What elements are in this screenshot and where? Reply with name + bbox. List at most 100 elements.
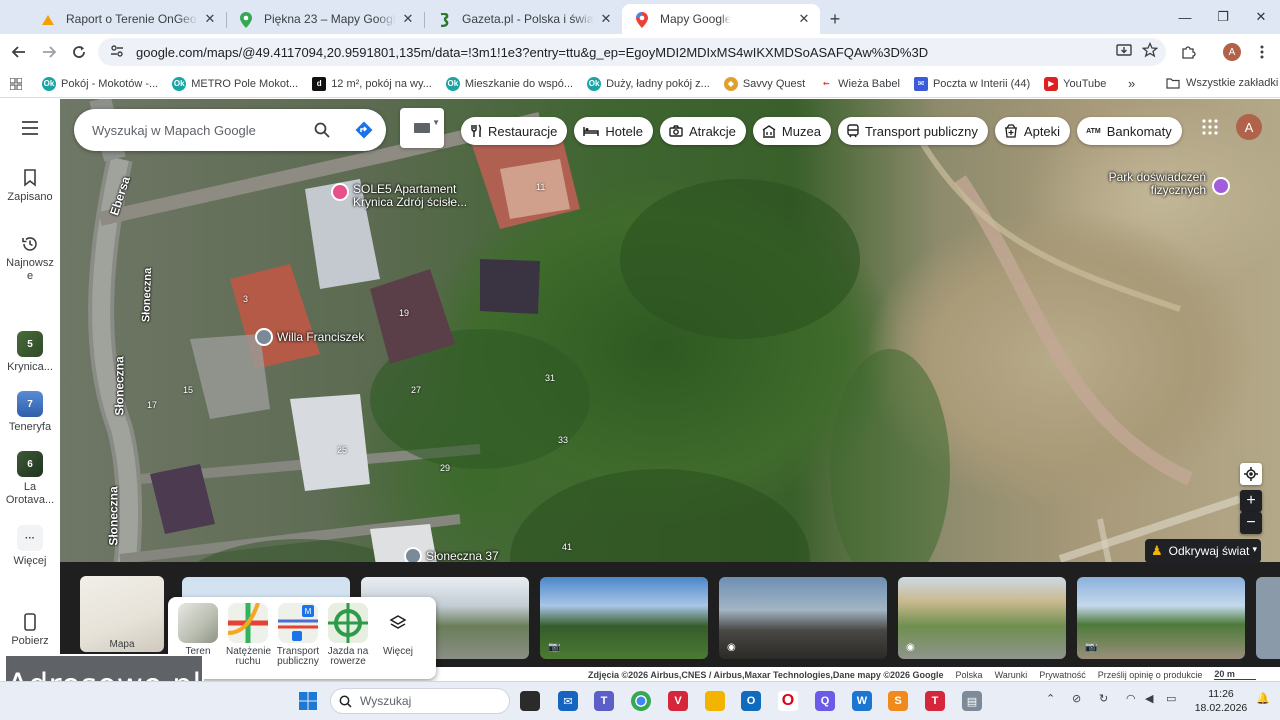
minimize-icon[interactable]: —	[1166, 0, 1204, 34]
my-location-icon[interactable]	[1240, 463, 1262, 485]
tab-gazeta[interactable]: Gazeta.pl - Polska i świat - wiad ✕	[424, 4, 622, 34]
network-off-icon[interactable]: ⊘	[1072, 692, 1081, 705]
file-explorer-icon[interactable]	[705, 691, 725, 711]
wifi-icon[interactable]: ◠	[1126, 692, 1136, 705]
back-icon[interactable]	[4, 37, 34, 67]
volume-icon[interactable]: ◀	[1145, 692, 1153, 705]
more-button[interactable]: ··· Więcej	[0, 525, 60, 567]
chip-transport-publiczny[interactable]: Transport publiczny	[837, 117, 988, 145]
more-bookmarks-icon[interactable]: »	[1128, 76, 1135, 91]
bookmark-item[interactable]: d 12 m², pokój na wy...	[312, 76, 432, 91]
layer-natezenie-ruchu[interactable]: Natężenie ruchu	[226, 602, 271, 673]
poi-park-doswiadczen[interactable]: Park doświadczeń fizycznych	[1100, 171, 1230, 197]
poi-sole5-apartament[interactable]: SOLE5 Apartament Krynica Zdrój ścisłe...	[331, 183, 481, 209]
bookmark-item[interactable]: Ok Pokój - Mokotów -...	[42, 76, 158, 91]
menu-kebab-icon[interactable]	[1248, 38, 1276, 66]
site-info-icon[interactable]	[110, 44, 124, 61]
zoom-in-button[interactable]: +	[1240, 490, 1262, 512]
zoom-out-button[interactable]: −	[1240, 512, 1262, 534]
chip-muzea[interactable]: Muzea	[752, 117, 831, 145]
address-bar[interactable]: google.com/maps/@49.4117094,20.9591801,1…	[98, 38, 1166, 66]
app-office-icon[interactable]: T	[925, 691, 945, 711]
user-avatar[interactable]: A	[1236, 114, 1262, 140]
photo-card[interactable]: 📷	[1077, 577, 1245, 659]
close-icon[interactable]: ✕	[598, 11, 614, 27]
teams-icon[interactable]: T	[594, 691, 614, 711]
install-app-icon[interactable]	[1116, 42, 1132, 61]
close-icon[interactable]: ✕	[796, 11, 812, 27]
profile-avatar[interactable]: A	[1218, 38, 1246, 66]
country-link[interactable]: Polska	[956, 670, 983, 680]
close-icon[interactable]: ✕	[202, 11, 218, 27]
close-icon[interactable]: ✕	[400, 11, 416, 27]
photo-card[interactable]: ◉	[898, 577, 1066, 659]
recent-place-la-orotava[interactable]: 6 La Orotava...	[0, 451, 60, 507]
vivaldi-icon[interactable]: V	[668, 691, 688, 711]
bookmark-item[interactable]: ▶ YouTube	[1044, 76, 1106, 91]
sync-icon[interactable]: ↻	[1099, 692, 1108, 705]
bookmark-item[interactable]: Ok Mieszkanie do wspó...	[445, 76, 573, 91]
layer-wiecej[interactable]: Więcej	[376, 603, 420, 673]
restore-icon[interactable]: ❐	[1204, 0, 1242, 34]
poi-willa-franciszek[interactable]: Willa Franciszek	[255, 328, 364, 346]
taskbar-search[interactable]: Wyszukaj	[330, 688, 510, 714]
download-app-button[interactable]: Pobierz	[0, 613, 60, 647]
bookmark-star-icon[interactable]	[1141, 41, 1159, 61]
scale-bar[interactable]: 20 m	[1214, 669, 1257, 680]
extensions-icon[interactable]	[1174, 38, 1202, 66]
new-tab-button[interactable]: +	[820, 4, 850, 34]
notification-bell-icon[interactable]: 🔔	[1256, 692, 1270, 705]
app-printer-icon[interactable]: ▤	[962, 691, 982, 711]
apps-grid-icon[interactable]	[10, 77, 22, 90]
chip-bankomaty[interactable]: ATM Bankomaty	[1077, 117, 1182, 145]
photo-card[interactable]: ◉	[719, 577, 887, 659]
tab-mapy-google[interactable]: Mapy Google ✕	[622, 4, 820, 34]
system-clock[interactable]: 11:26 18.02.2026	[1194, 687, 1248, 715]
recent-place-krynica[interactable]: 5 Krynica...	[0, 331, 60, 373]
opera-icon[interactable]: O	[778, 691, 798, 711]
app-q-icon[interactable]: Q	[815, 691, 835, 711]
reload-icon[interactable]	[64, 37, 94, 67]
menu-button[interactable]	[0, 121, 60, 139]
bookmark-item[interactable]: ✉ Poczta w Interii (44)	[913, 76, 1030, 91]
chip-apteki[interactable]: Apteki	[994, 117, 1071, 145]
layer-jazda-na-rowerze[interactable]: Jazda na rowerze	[326, 603, 370, 673]
bookmark-item[interactable]: Ok METRO Pole Mokot...	[172, 76, 298, 91]
saved-button[interactable]: Zapisano	[0, 169, 60, 203]
recent-place-teneryfa[interactable]: 7 Teneryfa	[0, 391, 60, 433]
forward-icon[interactable]	[34, 37, 64, 67]
task-view-icon[interactable]	[520, 691, 540, 711]
terms-link[interactable]: Warunki	[995, 670, 1028, 680]
chip-restauracje[interactable]: Restauracje	[461, 117, 568, 145]
photo-card[interactable]	[1256, 577, 1280, 659]
feedback-link[interactable]: Prześlij opinię o produkcie	[1098, 670, 1203, 680]
all-bookmarks-folder[interactable]: Wszystkie zakładki	[1166, 77, 1278, 89]
chevron-up-icon[interactable]: ⌃	[1046, 692, 1055, 705]
bookmark-item[interactable]: ◆ Savvy Quest	[723, 76, 805, 91]
app-s-icon[interactable]: S	[888, 691, 908, 711]
chip-hotele[interactable]: Hotele	[574, 117, 653, 145]
battery-icon[interactable]: ▭	[1166, 692, 1176, 705]
word-icon[interactable]: W	[852, 691, 872, 711]
search-icon[interactable]	[314, 122, 330, 141]
bookmark-item[interactable]: Ok Duży, ładny pokój z...	[587, 76, 710, 91]
map-type-toggle[interactable]: ▼	[400, 108, 444, 148]
photo-card[interactable]: 📷	[540, 577, 708, 659]
windows-start-icon[interactable]	[298, 691, 318, 711]
mail-icon[interactable]: ✉	[558, 691, 578, 711]
search-input[interactable]	[92, 122, 302, 138]
layer-transport-publiczny[interactable]: M Transport publiczny	[276, 603, 320, 673]
window-close-icon[interactable]: ✕	[1242, 0, 1280, 34]
bookmark-item[interactable]: ⇜ Wieża Babel	[819, 76, 900, 91]
chip-atrakcje[interactable]: Atrakcje	[659, 117, 746, 145]
directions-icon[interactable]	[355, 121, 373, 142]
chrome-icon[interactable]	[631, 691, 651, 711]
privacy-link[interactable]: Prywatność	[1039, 670, 1086, 680]
tab-piekna-23[interactable]: Piękna 23 – Mapy Google ✕	[226, 4, 424, 34]
map-type-thumbnail[interactable]: Mapa	[80, 576, 164, 652]
outlook-icon[interactable]: O	[741, 691, 761, 711]
recent-button[interactable]: Najnowsze	[0, 235, 60, 283]
tab-ongeo[interactable]: Raport o Terenie OnGeo.pl – An ✕	[28, 4, 226, 34]
explore-world-button[interactable]: ♟ Odkrywaj świat ▾	[1145, 539, 1261, 563]
google-apps-icon[interactable]	[1202, 119, 1218, 138]
